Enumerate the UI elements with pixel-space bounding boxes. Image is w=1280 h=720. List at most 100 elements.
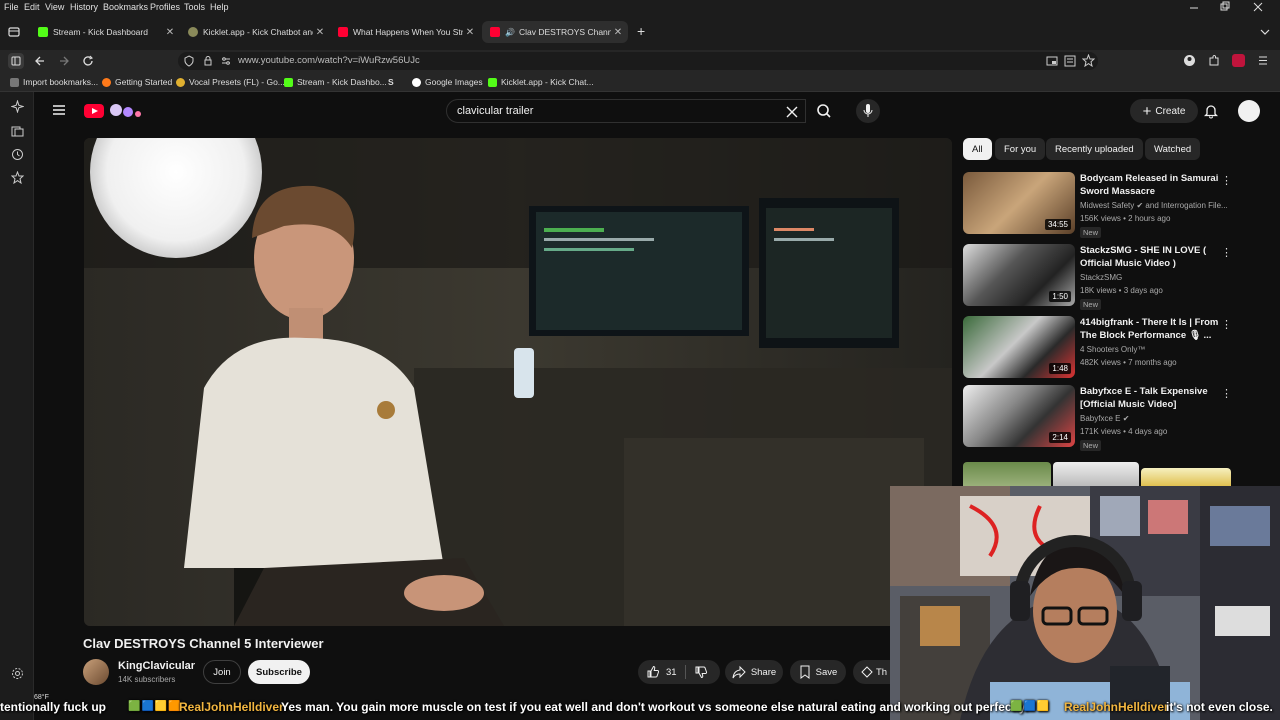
reload-icon[interactable] <box>82 55 94 67</box>
more-actions-icon[interactable]: ⋮ <box>1221 174 1232 187</box>
restore-icon[interactable] <box>1220 1 1230 11</box>
url-text[interactable]: www.youtube.com/watch?v=iWuRzw56UJc <box>238 55 420 66</box>
search-button[interactable] <box>806 99 842 123</box>
tab-label: What Happens When You Strea <box>353 27 463 37</box>
video-thumbnail[interactable]: 2:14 <box>963 385 1075 447</box>
settings-gear-icon[interactable] <box>11 667 24 680</box>
tab-what-happens[interactable]: What Happens When You Strea ✕ <box>330 21 480 43</box>
chip-for-you[interactable]: For you <box>995 138 1046 160</box>
menu-help[interactable]: Help <box>210 2 229 12</box>
chip-recently-uploaded[interactable]: Recently uploaded <box>1046 138 1143 160</box>
video-thumbnail[interactable] <box>963 462 1051 486</box>
forward-icon[interactable] <box>58 55 70 67</box>
close-tab-icon[interactable]: ✕ <box>313 27 327 38</box>
channel-name[interactable]: StackzSMG <box>1080 273 1122 282</box>
create-button[interactable]: + Create <box>1130 99 1198 123</box>
video-title[interactable]: StackzSMG - SHE IN LOVE ( Official Music… <box>1080 244 1228 270</box>
chip-all[interactable]: All <box>963 138 992 160</box>
more-actions-icon[interactable]: ⋮ <box>1221 387 1232 400</box>
chip-watched[interactable]: Watched <box>1145 138 1201 160</box>
search-input[interactable]: clavicular trailer <box>457 105 533 117</box>
shield-icon[interactable] <box>183 55 195 67</box>
bookmark-kick-dashboard[interactable]: Stream - Kick Dashbo... <box>284 77 387 87</box>
recommendation-item[interactable]: 1:48 414bigfrank - There It Is | From Th… <box>963 316 1243 380</box>
close-tab-icon[interactable]: ✕ <box>163 27 177 38</box>
video-thumbnail[interactable] <box>1141 468 1231 486</box>
synced-tabs-icon[interactable] <box>11 125 24 138</box>
subscribe-button[interactable]: Subscribe <box>248 660 310 684</box>
bookmark-google-images[interactable]: Google Images <box>412 77 483 87</box>
url-bar[interactable]: www.youtube.com/watch?v=iWuRzw56UJc <box>178 52 1098 70</box>
video-thumbnail[interactable] <box>1053 462 1139 486</box>
video-title[interactable]: 414bigfrank - There It Is | From The Blo… <box>1080 316 1228 342</box>
recommendation-item[interactable]: 1:50 StackzSMG - SHE IN LOVE ( Official … <box>963 244 1243 310</box>
audio-playing-icon[interactable]: 🔊 <box>505 28 515 37</box>
video-player[interactable] <box>84 138 952 626</box>
recommendation-item[interactable]: 2:14 Babyfxce E - Talk Expensive [Offici… <box>963 385 1243 451</box>
ai-sparkle-icon[interactable] <box>11 100 24 113</box>
tab-kick-dashboard[interactable]: Stream - Kick Dashboard ✕ <box>30 21 180 43</box>
extensions-icon[interactable] <box>1207 54 1220 67</box>
picture-in-picture-icon[interactable] <box>1046 55 1058 67</box>
share-button[interactable]: Share <box>725 660 783 684</box>
more-actions-icon[interactable]: ⋮ <box>1221 318 1232 331</box>
history-icon[interactable] <box>11 148 24 161</box>
channel-name[interactable]: Babyfxce E ✔ <box>1080 414 1129 423</box>
tab-clav-destroys[interactable]: 🔊 Clav DESTROYS Channel 5 I ✕ <box>482 21 628 43</box>
close-tab-icon[interactable]: ✕ <box>463 27 477 38</box>
new-tab-icon[interactable]: + <box>637 23 645 39</box>
permissions-icon[interactable] <box>220 55 232 67</box>
app-menu-icon[interactable] <box>1258 54 1268 67</box>
channel-name-main[interactable]: KingClavicular <box>118 660 195 672</box>
channel-avatar[interactable] <box>83 659 109 685</box>
account-icon[interactable] <box>1183 54 1196 67</box>
search-box[interactable]: clavicular trailer <box>446 99 806 123</box>
bookmark-s[interactable]: S <box>388 77 394 87</box>
avatar[interactable] <box>1238 100 1260 122</box>
reader-view-icon[interactable] <box>1064 55 1076 67</box>
bookmarks-star-icon[interactable] <box>11 171 24 184</box>
channel-name[interactable]: 4 Shooters Only™ <box>1080 345 1145 354</box>
share-arrow-icon <box>732 665 746 679</box>
menu-view[interactable]: View <box>45 2 64 12</box>
sidebar-toggle-icon[interactable] <box>8 53 24 69</box>
video-thumbnail[interactable]: 1:50 <box>963 244 1075 306</box>
back-icon[interactable] <box>34 55 46 67</box>
channel-name[interactable]: Midwest Safety ✔ and Interrogation File.… <box>1080 201 1228 210</box>
menu-profiles[interactable]: Profiles <box>150 2 180 12</box>
tab-overview-icon[interactable] <box>8 26 20 38</box>
thanks-button[interactable]: Th <box>853 660 890 684</box>
more-actions-icon[interactable]: ⋮ <box>1221 246 1232 259</box>
video-title[interactable]: Bodycam Released in Samurai Sword Massac… <box>1080 172 1228 198</box>
menu-edit[interactable]: Edit <box>24 2 40 12</box>
like-thumb-icon[interactable] <box>646 665 660 679</box>
close-tab-icon[interactable]: ✕ <box>611 27 625 38</box>
bookmark-import[interactable]: Import bookmarks... <box>10 77 98 87</box>
clear-search-icon[interactable] <box>786 106 798 118</box>
bookmark-vocal-presets[interactable]: Vocal Presets (FL) - Go... <box>176 77 285 87</box>
video-thumbnail[interactable]: 1:48 <box>963 316 1075 378</box>
dislike-thumb-icon[interactable] <box>694 665 708 679</box>
youtube-logo[interactable] <box>84 102 144 120</box>
notifications-bell-icon[interactable] <box>1204 103 1218 119</box>
video-title[interactable]: Babyfxce E - Talk Expensive [Official Mu… <box>1080 385 1228 411</box>
join-button[interactable]: Join <box>203 660 241 684</box>
hamburger-menu-icon[interactable] <box>52 104 66 116</box>
tab-kicklet[interactable]: Kicklet.app - Kick Chatbot and ( ✕ <box>180 21 330 43</box>
bookmark-getting-started[interactable]: Getting Started <box>102 77 172 87</box>
tab-list-icon[interactable] <box>1260 28 1270 36</box>
bookmark-star-icon[interactable] <box>1082 54 1095 67</box>
bookmark-kicklet[interactable]: Kicklet.app - Kick Chat... <box>488 77 594 87</box>
menu-tools[interactable]: Tools <box>184 2 205 12</box>
close-window-icon[interactable] <box>1253 2 1263 12</box>
video-thumbnail[interactable]: 34:55 <box>963 172 1075 234</box>
menu-file[interactable]: File <box>4 2 19 12</box>
menu-history[interactable]: History <box>70 2 98 12</box>
recommendation-item[interactable]: 34:55 Bodycam Released in Samurai Sword … <box>963 172 1243 238</box>
extension-badge-icon[interactable] <box>1232 54 1245 67</box>
save-button[interactable]: Save <box>790 660 846 684</box>
lock-icon[interactable] <box>202 55 214 67</box>
menu-bookmarks[interactable]: Bookmarks <box>103 2 148 12</box>
voice-search-button[interactable] <box>856 99 880 123</box>
youtube-favicon-icon <box>338 27 348 37</box>
